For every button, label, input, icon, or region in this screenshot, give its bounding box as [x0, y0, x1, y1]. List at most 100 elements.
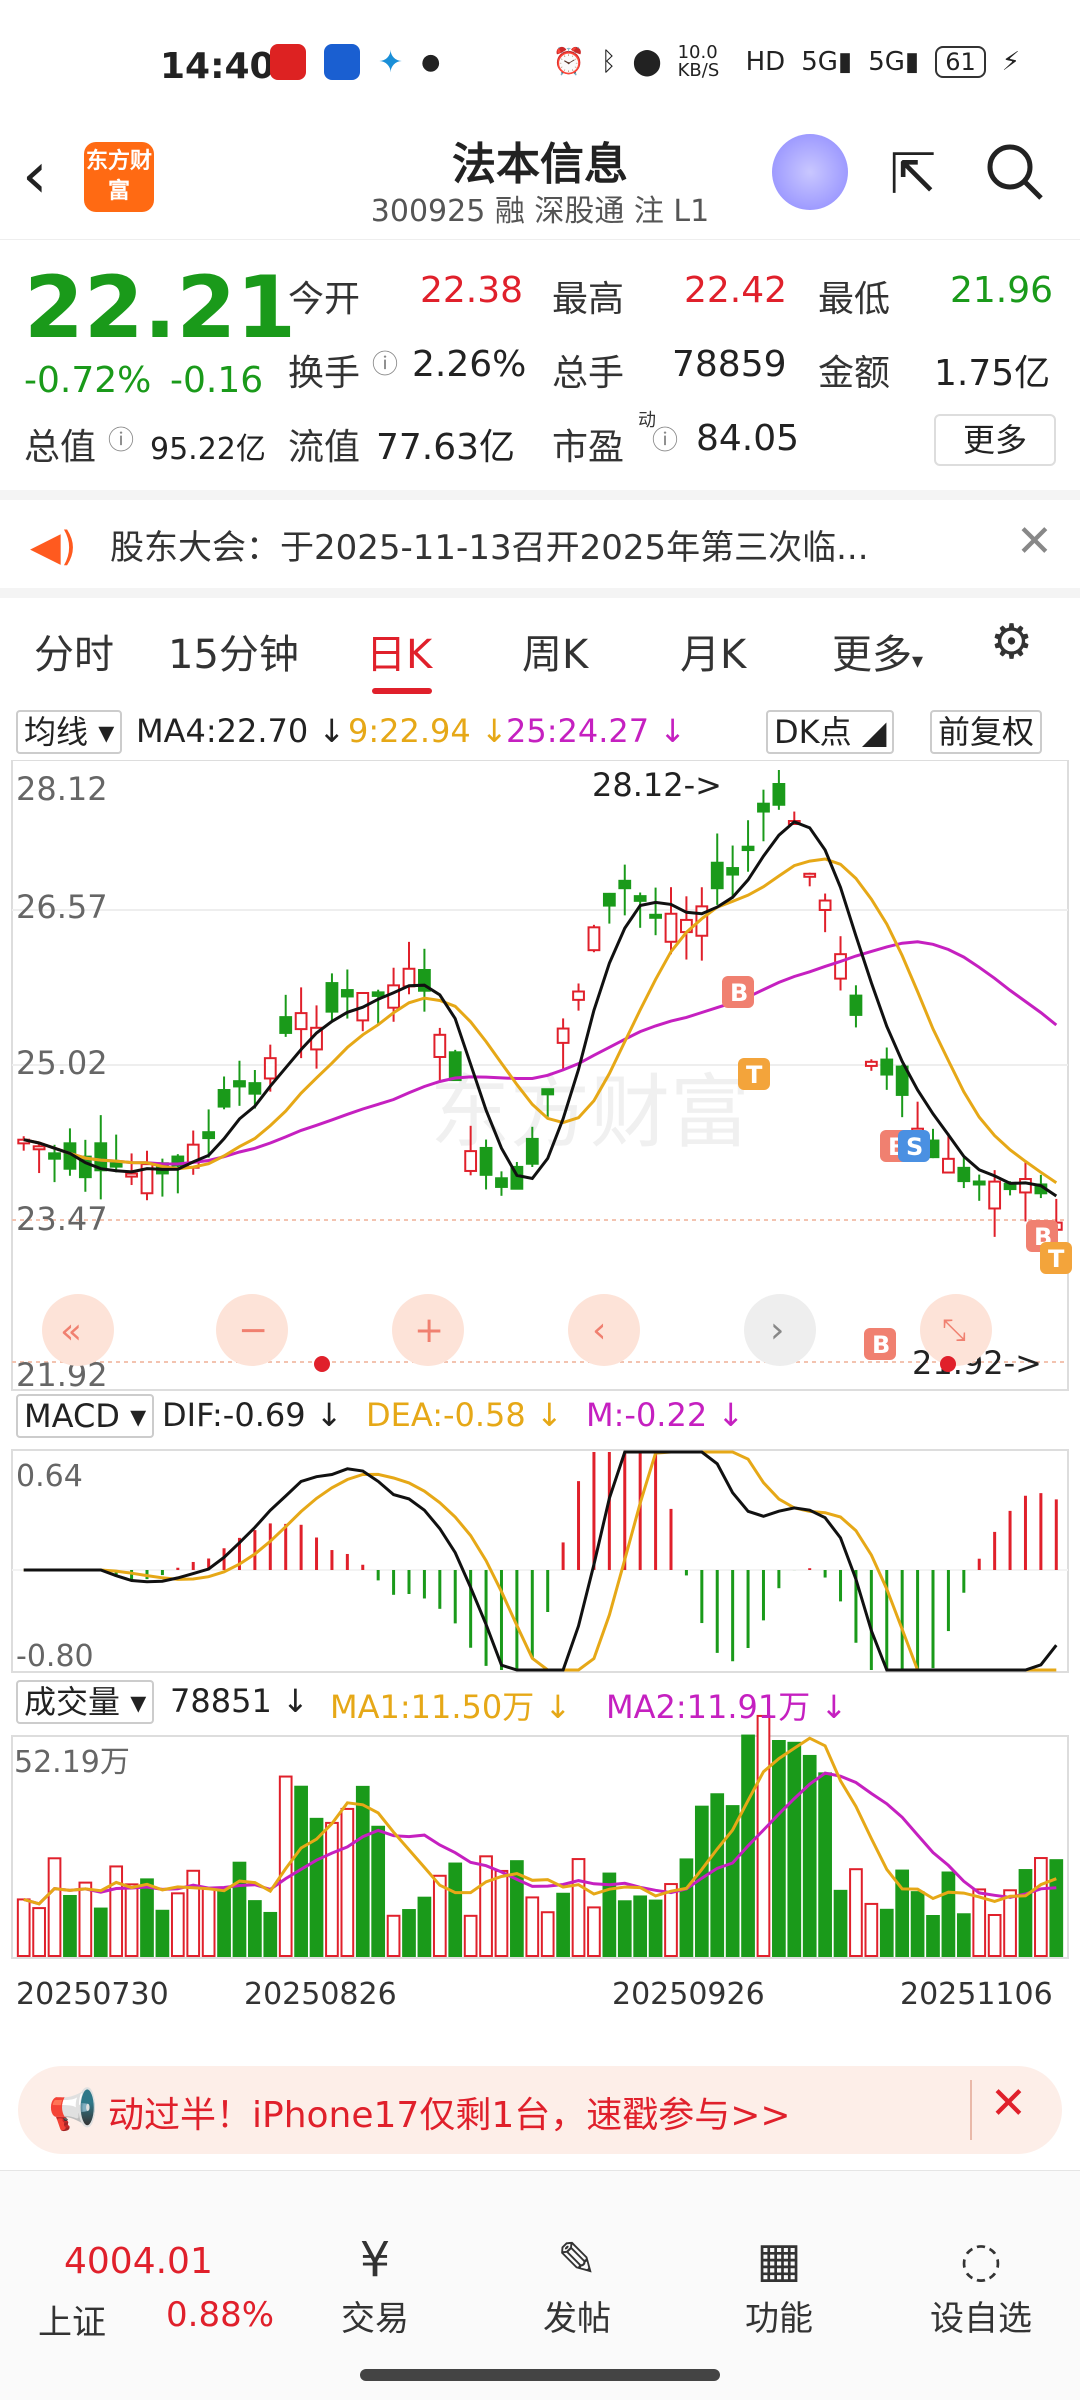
macd-selector[interactable]: MACD ▾ — [16, 1394, 155, 1438]
more-button[interactable]: 更多 — [934, 414, 1056, 466]
volume-bar — [63, 1894, 77, 1958]
candle-body — [325, 982, 339, 1013]
volume-bar — [941, 1871, 956, 1957]
share-icon[interactable]: ⇱ — [878, 140, 948, 210]
promo-banner[interactable]: 📢 动过半！iPhone17仅剩1台，速戳参与>> ✕ — [18, 2066, 1062, 2154]
candle-body — [988, 1180, 1002, 1210]
ai-assistant-icon[interactable] — [772, 134, 848, 210]
buy-marker-glyph: B — [730, 979, 748, 1007]
ma-selector[interactable]: 均线 ▾ — [16, 710, 123, 754]
candle-body — [803, 872, 817, 878]
nav-post[interactable]: ✎ 发帖 — [512, 2229, 642, 2340]
index-change[interactable]: 0.88% — [166, 2295, 274, 2335]
volume-bar — [910, 1891, 925, 1958]
search-icon[interactable] — [980, 140, 1050, 210]
m-value: M:-0.22 — [586, 1396, 708, 1434]
info-icon[interactable]: ⓘ — [372, 344, 398, 381]
dea-label: DEA:-0.58 ↓ — [366, 1396, 563, 1434]
buy-marker-glyph: B — [872, 1331, 890, 1359]
candle-body — [818, 899, 832, 911]
index-value[interactable]: 4004.01 — [64, 2241, 213, 2282]
candle-body — [479, 1146, 493, 1176]
candle-body — [279, 1016, 293, 1034]
notice-bar[interactable]: ◀) 股东大会：于2025-11-13召开2025年第三次临... ✕ — [0, 490, 1080, 598]
axis-top: 28.12 — [16, 770, 108, 808]
candle-body — [618, 879, 632, 890]
max-marker: 28.12-> — [592, 766, 722, 804]
candle-body — [602, 892, 616, 907]
nav-add-watchlist-label: 设自选 — [930, 2299, 1032, 2339]
bottom-bar: 4004.01 上证 0.88% ¥ 交易 ✎ 发帖 ▦ 功能 ◌ 设自选 — [0, 2170, 1080, 2400]
volume-bar — [556, 1892, 570, 1957]
volume-bar — [93, 1907, 108, 1957]
close-icon[interactable]: ✕ — [1016, 516, 1053, 567]
candle-body — [972, 1180, 986, 1186]
notification-icons: ✦ ● — [270, 44, 440, 80]
nav-trade[interactable]: ¥ 交易 — [310, 2229, 440, 2340]
volume-bar — [849, 1868, 863, 1957]
info-icon[interactable]: ⓘ — [108, 420, 134, 457]
tab-more[interactable]: 更多▾ — [832, 622, 923, 680]
promo-text[interactable]: 动过半！iPhone17仅剩1台，速戳参与>> — [108, 2086, 791, 2138]
candle-body — [32, 1145, 46, 1151]
pe-value: 84.05 — [696, 418, 800, 459]
volume-bar — [463, 1914, 478, 1958]
ma25-label: 25:24.27 ↓ — [506, 712, 687, 750]
volume-bar — [879, 1908, 894, 1957]
volume-bar — [818, 1772, 832, 1957]
volume-bar — [155, 1909, 170, 1957]
volume-bar — [371, 1825, 386, 1958]
notice-text[interactable]: 股东大会：于2025-11-13召开2025年第三次临... — [110, 520, 869, 569]
candle-body — [1019, 1178, 1032, 1194]
volume-bar — [617, 1900, 632, 1957]
tab-more-label: 更多 — [832, 632, 912, 678]
dif-label: DIF:-0.69 ↓ — [162, 1396, 343, 1434]
plus-icon: + — [414, 1310, 444, 1351]
volume-bar — [16, 1898, 31, 1957]
hd-icon: HD — [745, 47, 786, 77]
turnover-value: 2.26% — [412, 344, 527, 385]
chevron-right-icon: › — [770, 1310, 784, 1351]
close-icon[interactable]: ✕ — [990, 2078, 1027, 2129]
tab-daily[interactable]: 日K — [366, 622, 432, 680]
index-name[interactable]: 上证 — [38, 2295, 106, 2344]
tab-intraday[interactable]: 分时 — [34, 622, 114, 680]
volume-bar — [109, 1865, 124, 1958]
ma4-label: MA4:22.70 ↓ — [136, 712, 346, 750]
low-value: 21.96 — [950, 270, 1054, 311]
adjust-selector[interactable]: 前复权 — [930, 710, 1043, 754]
dea-value: DEA:-0.58 — [366, 1396, 526, 1434]
volume-bar — [232, 1861, 247, 1958]
tab-monthly[interactable]: 月K — [680, 622, 746, 680]
candle-body — [556, 1027, 570, 1044]
tab-indicator — [372, 688, 432, 694]
volume-label: 总手 — [552, 353, 625, 394]
nav-functions[interactable]: ▦ 功能 — [714, 2229, 844, 2340]
tab-15min[interactable]: 15分钟 — [168, 622, 299, 680]
date-label: 20250826 — [244, 1977, 397, 2012]
home-indicator — [360, 2369, 720, 2381]
axis-l2: 26.57 — [16, 888, 108, 926]
stock-header: ‹ 东方财富 法本信息 300925 融 深股通 注 L1 ⇱ — [0, 120, 1080, 240]
info-icon[interactable]: ⓘ — [652, 420, 678, 457]
tab-weekly[interactable]: 周K — [522, 622, 588, 680]
net-speed: 10.0 KB/S — [677, 42, 720, 81]
volume-selector[interactable]: 成交量 ▾ — [16, 1680, 155, 1724]
change-percent: -0.72% — [24, 360, 152, 401]
volume-bar — [325, 1821, 339, 1957]
candle-body — [371, 991, 385, 997]
candle-body — [448, 1051, 462, 1082]
volume-bar — [47, 1857, 62, 1957]
t-marker-glyph: T — [1048, 1245, 1065, 1273]
pe-label: 市盈 — [552, 427, 625, 468]
dk-selector[interactable]: DK点 ◢ — [766, 710, 895, 754]
volume-bar — [263, 1911, 278, 1958]
axis-l4: 23.47 — [16, 1200, 108, 1238]
volume-bar — [479, 1855, 493, 1958]
gear-icon[interactable]: ⚙ — [990, 614, 1033, 670]
volume-bar — [587, 1906, 601, 1958]
candle-body — [248, 1082, 262, 1095]
nav-add-watchlist[interactable]: ◌ 设自选 — [916, 2229, 1046, 2340]
dif-value: DIF:-0.69 — [162, 1396, 306, 1434]
volume-bar — [648, 1899, 663, 1958]
